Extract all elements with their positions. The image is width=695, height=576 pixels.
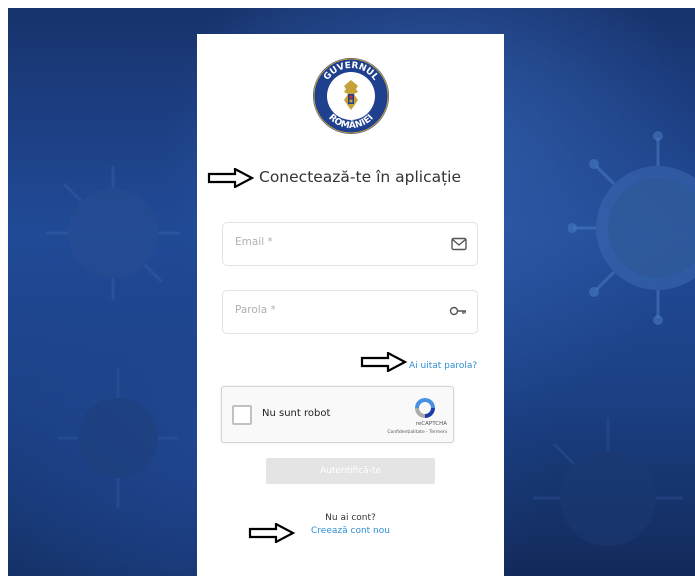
forgot-password-link[interactable]: Ai uitat parola? xyxy=(409,361,477,371)
virus-particle-left xyxy=(46,166,180,300)
recaptcha-brand: reCAPTCHA xyxy=(415,421,447,427)
pointer-arrow-icon xyxy=(207,168,255,188)
recaptcha-logo-icon xyxy=(415,398,435,418)
create-account-link[interactable]: Creează cont nou xyxy=(197,526,504,536)
login-button[interactable]: Autentifică-te xyxy=(266,458,435,484)
password-input[interactable] xyxy=(233,303,437,317)
recaptcha-label: Nu sunt robot xyxy=(262,408,331,419)
virus-particle-large xyxy=(568,131,695,325)
recaptcha-checkbox[interactable] xyxy=(232,405,252,425)
pointer-arrow-icon xyxy=(360,352,408,372)
key-icon xyxy=(449,306,466,316)
email-field[interactable] xyxy=(222,222,478,266)
recaptcha-privacy-terms[interactable]: Confidențialitate - Termeni xyxy=(387,430,447,435)
login-card: GUVERNUL ROMÂNIEI Conectează-te în aplic… xyxy=(197,34,504,576)
recaptcha-widget: Nu sunt robot reCAPTCHA Confidențialitat… xyxy=(221,386,454,443)
email-input[interactable] xyxy=(233,235,437,249)
government-logo: GUVERNUL ROMÂNIEI xyxy=(313,58,389,134)
virus-particle-bottom-right xyxy=(533,418,683,546)
virus-particle-bottom-left xyxy=(58,368,178,508)
page-title: Conectează-te în aplicație xyxy=(259,168,462,186)
no-account-text: Nu ai cont? xyxy=(325,513,376,523)
password-field[interactable] xyxy=(222,290,478,334)
envelope-icon xyxy=(451,237,467,251)
